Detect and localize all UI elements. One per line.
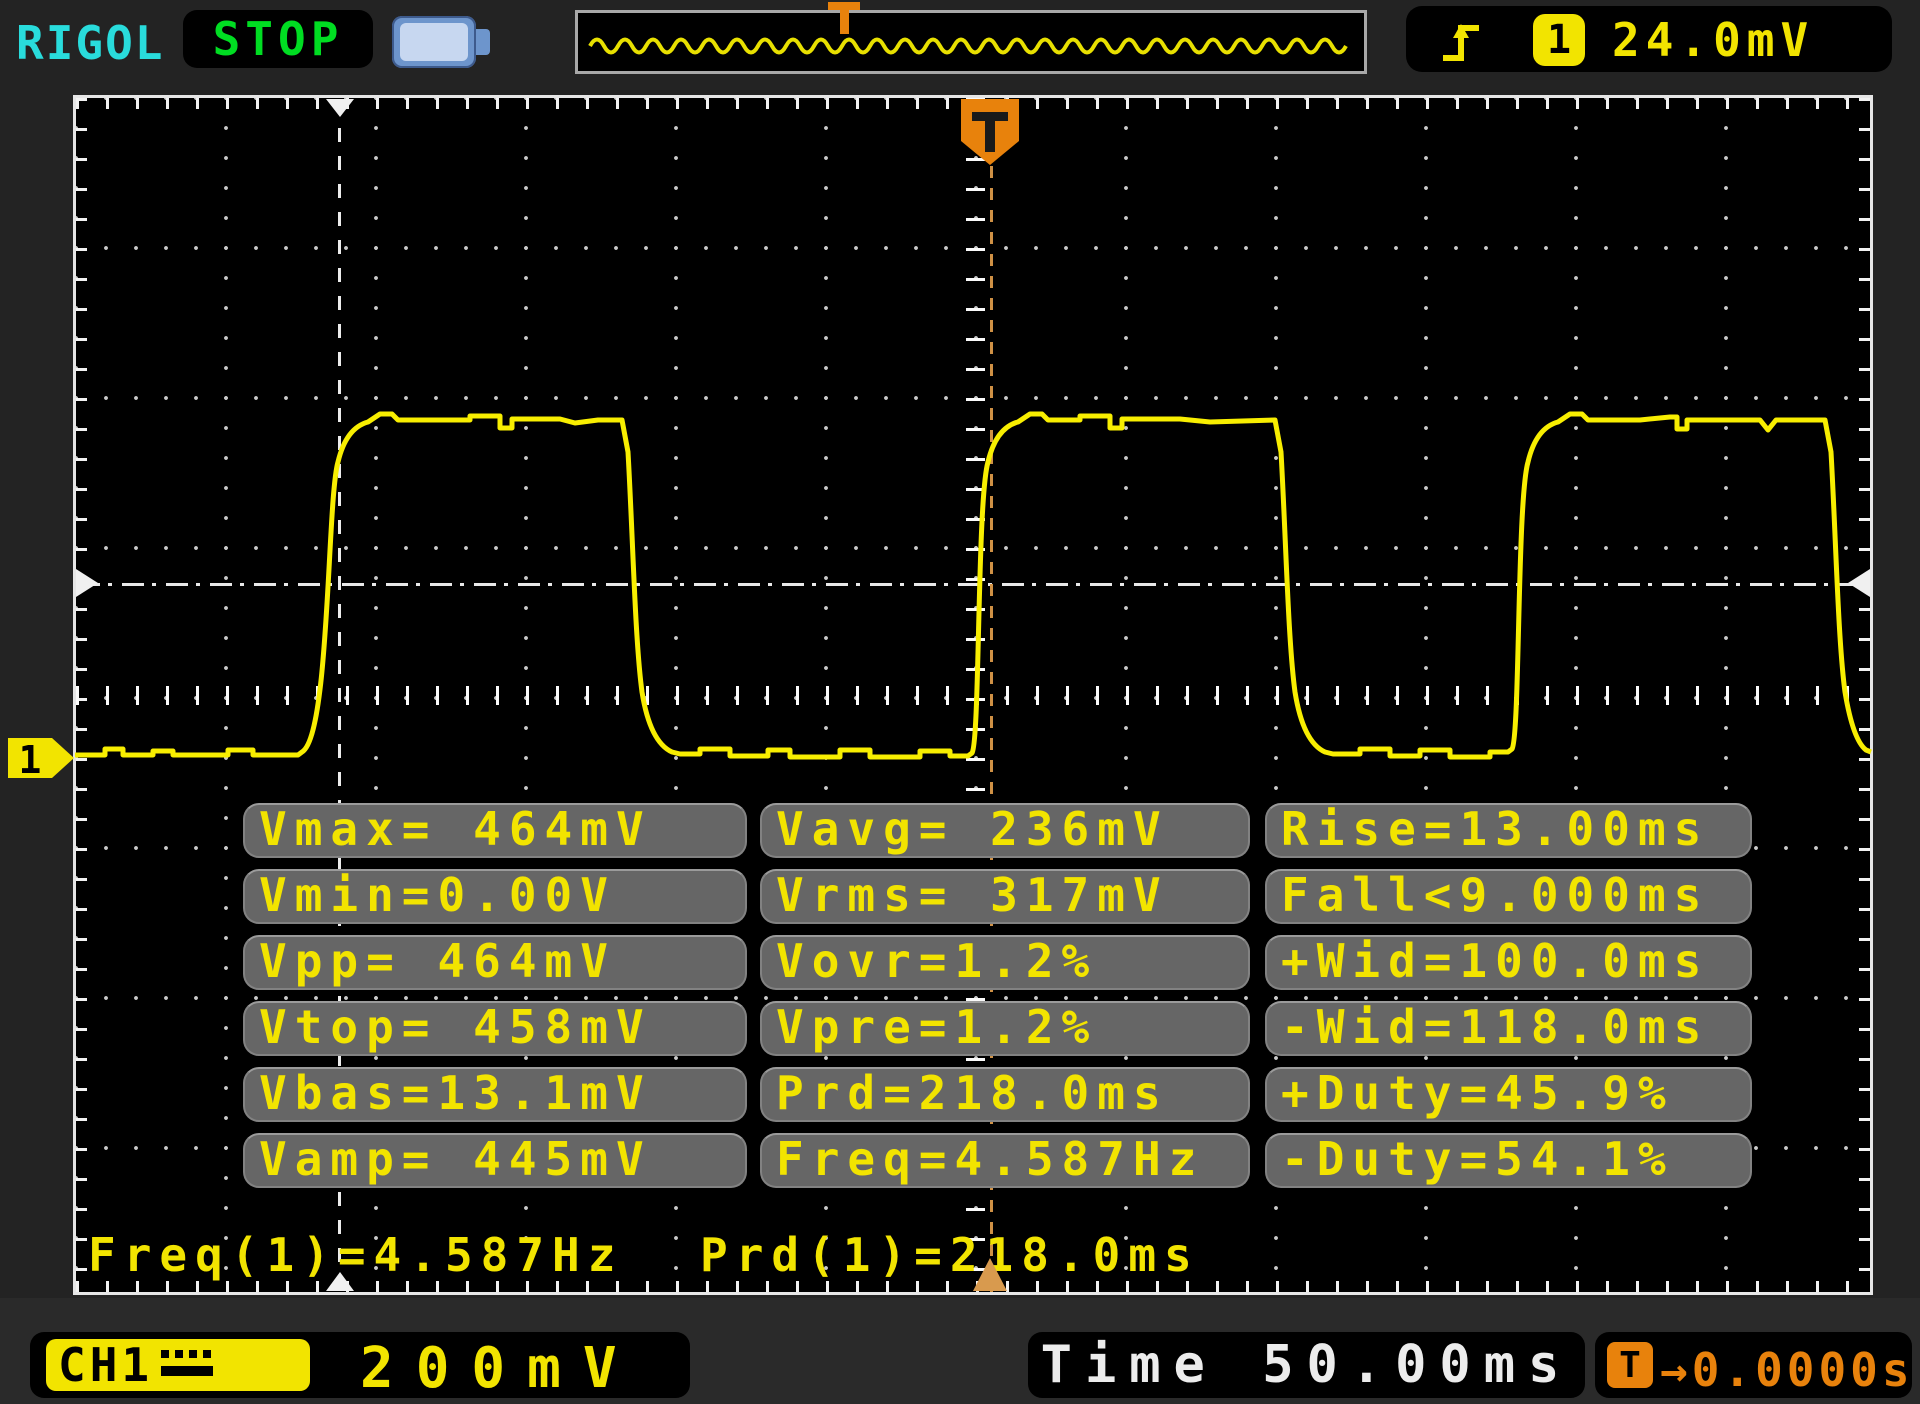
trigger-offset-t-icon: T (1607, 1342, 1653, 1388)
measure-cell-vpre: Vpre=1.2% (760, 1001, 1250, 1056)
period-readout: Prd(1)=218.0ms (700, 1228, 1200, 1282)
measure-cell-vtop: Vtop= 458mV (243, 1001, 747, 1056)
measure-cell-vamp: Vamp= 445mV (243, 1133, 747, 1188)
dc-coupling-icon (161, 1348, 213, 1382)
channel1-scale: 200mV (360, 1336, 639, 1401)
channel1-position-marker: 1 (8, 738, 74, 782)
measure-cell-nduty: -Duty=54.1% (1265, 1133, 1752, 1188)
trigger-source-label: 1 (1547, 17, 1571, 63)
measure-cell-fall: Fall<9.000ms (1265, 869, 1752, 924)
measure-cell-rise: Rise=13.00ms (1265, 803, 1752, 858)
trigger-level-line (78, 583, 1870, 586)
battery-nub (476, 29, 490, 55)
channel1-badge: CH1 (46, 1339, 310, 1391)
trigger-source-badge: 1 (1533, 14, 1585, 66)
horizontal-position-strip (575, 10, 1367, 74)
measure-cell-vrms: Vrms= 317mV (760, 869, 1250, 924)
run-status-label: STOP (213, 12, 344, 66)
run-status-badge: STOP (183, 10, 373, 68)
measure-cell-vpp: Vpp= 464mV (243, 935, 747, 990)
timebase-readout: Time 50.00ms (1028, 1332, 1585, 1398)
channel1-label: CH1 (58, 1338, 153, 1392)
trigger-offset-value: →0.0000s (1660, 1343, 1914, 1397)
measure-cell-vmin: Vmin=0.00V (243, 869, 747, 924)
trigger-level-value: 24.0mV (1612, 13, 1814, 67)
measure-cell-vmax: Vmax= 464mV (243, 803, 747, 858)
battery-icon (392, 16, 476, 68)
svg-text:1: 1 (19, 738, 42, 782)
freq-readout: Freq(1)=4.587Hz (88, 1228, 623, 1282)
measurement-panel: Vmax= 464mV Vavg= 236mV Rise=13.00ms Vmi… (243, 803, 1755, 1188)
measure-cell-pduty: +Duty=45.9% (1265, 1067, 1752, 1122)
measure-cell-freq: Freq=4.587Hz (760, 1133, 1250, 1188)
measure-cell-pwid: +Wid=100.0ms (1265, 935, 1752, 990)
measure-cell-vavg: Vavg= 236mV (760, 803, 1250, 858)
measure-cell-prd: Prd=218.0ms (760, 1067, 1250, 1122)
battery-fill (400, 23, 468, 61)
rigol-logo: RIGOL (16, 16, 164, 70)
oscilloscope-screen: RIGOL STOP 1 24.0mV T <5Hz Vmax= 464mV V… (0, 0, 1920, 1404)
measure-cell-nwid: -Wid=118.0ms (1265, 1001, 1752, 1056)
measure-cell-vovr: Vovr=1.2% (760, 935, 1250, 990)
measure-cell-vbas: Vbas=13.1mV (243, 1067, 747, 1122)
